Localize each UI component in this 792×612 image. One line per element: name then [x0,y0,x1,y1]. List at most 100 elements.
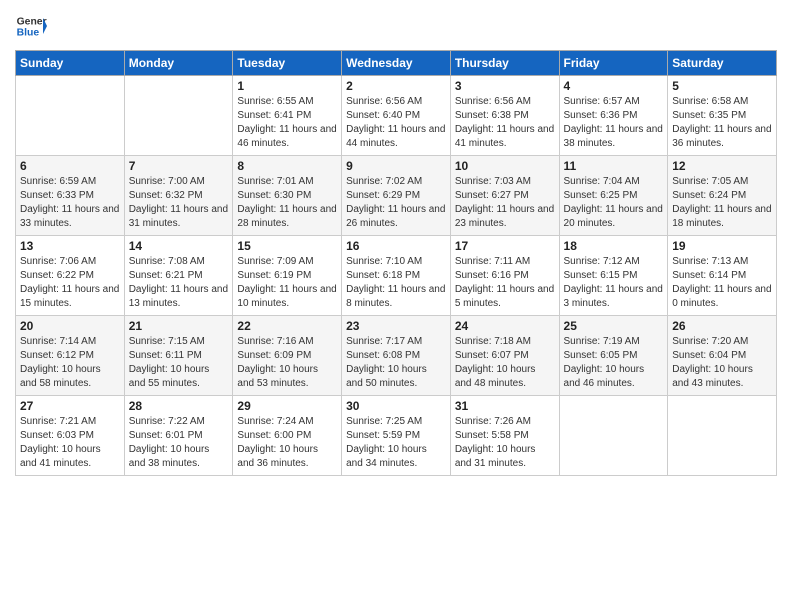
day-cell: 22 Sunrise: 7:16 AM Sunset: 6:09 PM Dayli… [233,316,342,396]
header: General Blue [15,10,777,42]
day-info: Sunrise: 7:25 AM Sunset: 5:59 PM Dayligh… [346,415,446,471]
week-row-4: 20 Sunrise: 7:14 AM Sunset: 6:12 PM Dayli… [16,316,777,396]
day-cell: 26 Sunrise: 7:20 AM Sunset: 6:04 PM Dayli… [668,316,777,396]
day-cell: 28Sunrise: 7:22 AM Sunset: 6:01 PM Dayli… [124,396,233,476]
day-number: 29 [237,399,337,413]
day-number: 5 [672,79,772,93]
day-number: 24 [455,319,555,333]
page: General Blue SundayMondayTuesdayWednesda… [0,0,792,612]
day-number: 3 [455,79,555,93]
day-info: Sunrise: 7:21 AM Sunset: 6:03 PM Dayligh… [20,415,120,471]
day-number: 7 [129,159,229,173]
day-info: Sunrise: 7:14 AM Sunset: 6:12 PM Dayligh… [20,335,120,391]
day-cell: 1Sunrise: 6:55 AM Sunset: 6:41 PM Daylig… [233,76,342,156]
day-info: Sunrise: 7:18 AM Sunset: 6:07 PM Dayligh… [455,335,555,391]
day-number: 15 [237,239,337,253]
day-number: 26 [672,319,772,333]
day-cell: 14Sunrise: 7:08 AM Sunset: 6:21 PM Dayli… [124,236,233,316]
day-cell [124,76,233,156]
day-info: Sunrise: 7:20 AM Sunset: 6:04 PM Dayligh… [672,335,772,391]
day-cell: 13 Sunrise: 7:06 AM Sunset: 6:22 PM Dayli… [16,236,125,316]
day-number: 23 [346,319,446,333]
day-cell: 15 Sunrise: 7:09 AM Sunset: 6:19 PM Dayli… [233,236,342,316]
day-cell: 23 Sunrise: 7:17 AM Sunset: 6:08 PM Dayli… [342,316,451,396]
day-info: Sunrise: 7:16 AM Sunset: 6:09 PM Dayligh… [237,335,337,391]
week-row-5: 27 Sunrise: 7:21 AM Sunset: 6:03 PM Dayli… [16,396,777,476]
weekday-header-row: SundayMondayTuesdayWednesdayThursdayFrid… [16,51,777,76]
day-cell: 2 Sunrise: 6:56 AM Sunset: 6:40 PM Daylig… [342,76,451,156]
day-number: 8 [237,159,337,173]
day-cell: 12 Sunrise: 7:05 AM Sunset: 6:24 PM Dayli… [668,156,777,236]
day-number: 11 [564,159,664,173]
day-info: Sunrise: 7:10 AM Sunset: 6:18 PM Dayligh… [346,255,446,311]
day-info: Sunrise: 7:05 AM Sunset: 6:24 PM Dayligh… [672,175,772,231]
day-number: 19 [672,239,772,253]
day-number: 13 [20,239,120,253]
day-cell: 30 Sunrise: 7:25 AM Sunset: 5:59 PM Dayli… [342,396,451,476]
day-cell: 24 Sunrise: 7:18 AM Sunset: 6:07 PM Dayli… [450,316,559,396]
weekday-monday: Monday [124,51,233,76]
svg-text:Blue: Blue [17,28,40,39]
day-number: 9 [346,159,446,173]
day-info: Sunrise: 7:06 AM Sunset: 6:22 PM Dayligh… [20,255,120,311]
day-info: Sunrise: 7:24 AM Sunset: 6:00 PM Dayligh… [237,415,337,471]
logo: General Blue [15,10,47,42]
day-info: Sunrise: 6:58 AM Sunset: 6:35 PM Dayligh… [672,95,772,151]
day-cell: 29 Sunrise: 7:24 AM Sunset: 6:00 PM Dayli… [233,396,342,476]
weekday-friday: Friday [559,51,668,76]
day-cell: 8 Sunrise: 7:01 AM Sunset: 6:30 PM Daylig… [233,156,342,236]
weekday-wednesday: Wednesday [342,51,451,76]
day-info: Sunrise: 6:59 AM Sunset: 6:33 PM Dayligh… [20,175,120,231]
day-number: 6 [20,159,120,173]
day-cell: 17Sunrise: 7:11 AM Sunset: 6:16 PM Dayli… [450,236,559,316]
day-cell [16,76,125,156]
day-cell: 31Sunrise: 7:26 AM Sunset: 5:58 PM Dayli… [450,396,559,476]
day-cell: 6 Sunrise: 6:59 AM Sunset: 6:33 PM Daylig… [16,156,125,236]
day-cell: 27 Sunrise: 7:21 AM Sunset: 6:03 PM Dayli… [16,396,125,476]
logo-icon: General Blue [15,10,47,42]
day-info: Sunrise: 7:01 AM Sunset: 6:30 PM Dayligh… [237,175,337,231]
day-info: Sunrise: 7:15 AM Sunset: 6:11 PM Dayligh… [129,335,229,391]
day-cell [559,396,668,476]
day-number: 1 [237,79,337,93]
day-info: Sunrise: 7:19 AM Sunset: 6:05 PM Dayligh… [564,335,664,391]
day-info: Sunrise: 7:03 AM Sunset: 6:27 PM Dayligh… [455,175,555,231]
week-row-2: 6 Sunrise: 6:59 AM Sunset: 6:33 PM Daylig… [16,156,777,236]
day-info: Sunrise: 7:04 AM Sunset: 6:25 PM Dayligh… [564,175,664,231]
day-number: 16 [346,239,446,253]
day-cell: 4Sunrise: 6:57 AM Sunset: 6:36 PM Daylig… [559,76,668,156]
day-number: 18 [564,239,664,253]
day-info: Sunrise: 7:13 AM Sunset: 6:14 PM Dayligh… [672,255,772,311]
day-number: 14 [129,239,229,253]
weekday-sunday: Sunday [16,51,125,76]
day-number: 12 [672,159,772,173]
day-info: Sunrise: 7:00 AM Sunset: 6:32 PM Dayligh… [129,175,229,231]
day-number: 25 [564,319,664,333]
day-number: 10 [455,159,555,173]
day-info: Sunrise: 7:11 AM Sunset: 6:16 PM Dayligh… [455,255,555,311]
day-number: 28 [129,399,229,413]
day-number: 27 [20,399,120,413]
day-number: 2 [346,79,446,93]
calendar-table: SundayMondayTuesdayWednesdayThursdayFrid… [15,50,777,476]
day-info: Sunrise: 7:26 AM Sunset: 5:58 PM Dayligh… [455,415,555,471]
day-cell: 5 Sunrise: 6:58 AM Sunset: 6:35 PM Daylig… [668,76,777,156]
day-info: Sunrise: 7:17 AM Sunset: 6:08 PM Dayligh… [346,335,446,391]
day-number: 20 [20,319,120,333]
weekday-tuesday: Tuesday [233,51,342,76]
day-cell: 20 Sunrise: 7:14 AM Sunset: 6:12 PM Dayli… [16,316,125,396]
day-cell: 19 Sunrise: 7:13 AM Sunset: 6:14 PM Dayli… [668,236,777,316]
day-number: 4 [564,79,664,93]
day-info: Sunrise: 6:56 AM Sunset: 6:40 PM Dayligh… [346,95,446,151]
day-cell: 16 Sunrise: 7:10 AM Sunset: 6:18 PM Dayli… [342,236,451,316]
day-number: 30 [346,399,446,413]
day-cell: 18Sunrise: 7:12 AM Sunset: 6:15 PM Dayli… [559,236,668,316]
svg-text:General: General [17,16,47,27]
day-number: 22 [237,319,337,333]
day-cell: 7 Sunrise: 7:00 AM Sunset: 6:32 PM Daylig… [124,156,233,236]
day-cell: 11 Sunrise: 7:04 AM Sunset: 6:25 PM Dayli… [559,156,668,236]
week-row-3: 13 Sunrise: 7:06 AM Sunset: 6:22 PM Dayli… [16,236,777,316]
day-info: Sunrise: 7:02 AM Sunset: 6:29 PM Dayligh… [346,175,446,231]
day-info: Sunrise: 7:09 AM Sunset: 6:19 PM Dayligh… [237,255,337,311]
weekday-thursday: Thursday [450,51,559,76]
